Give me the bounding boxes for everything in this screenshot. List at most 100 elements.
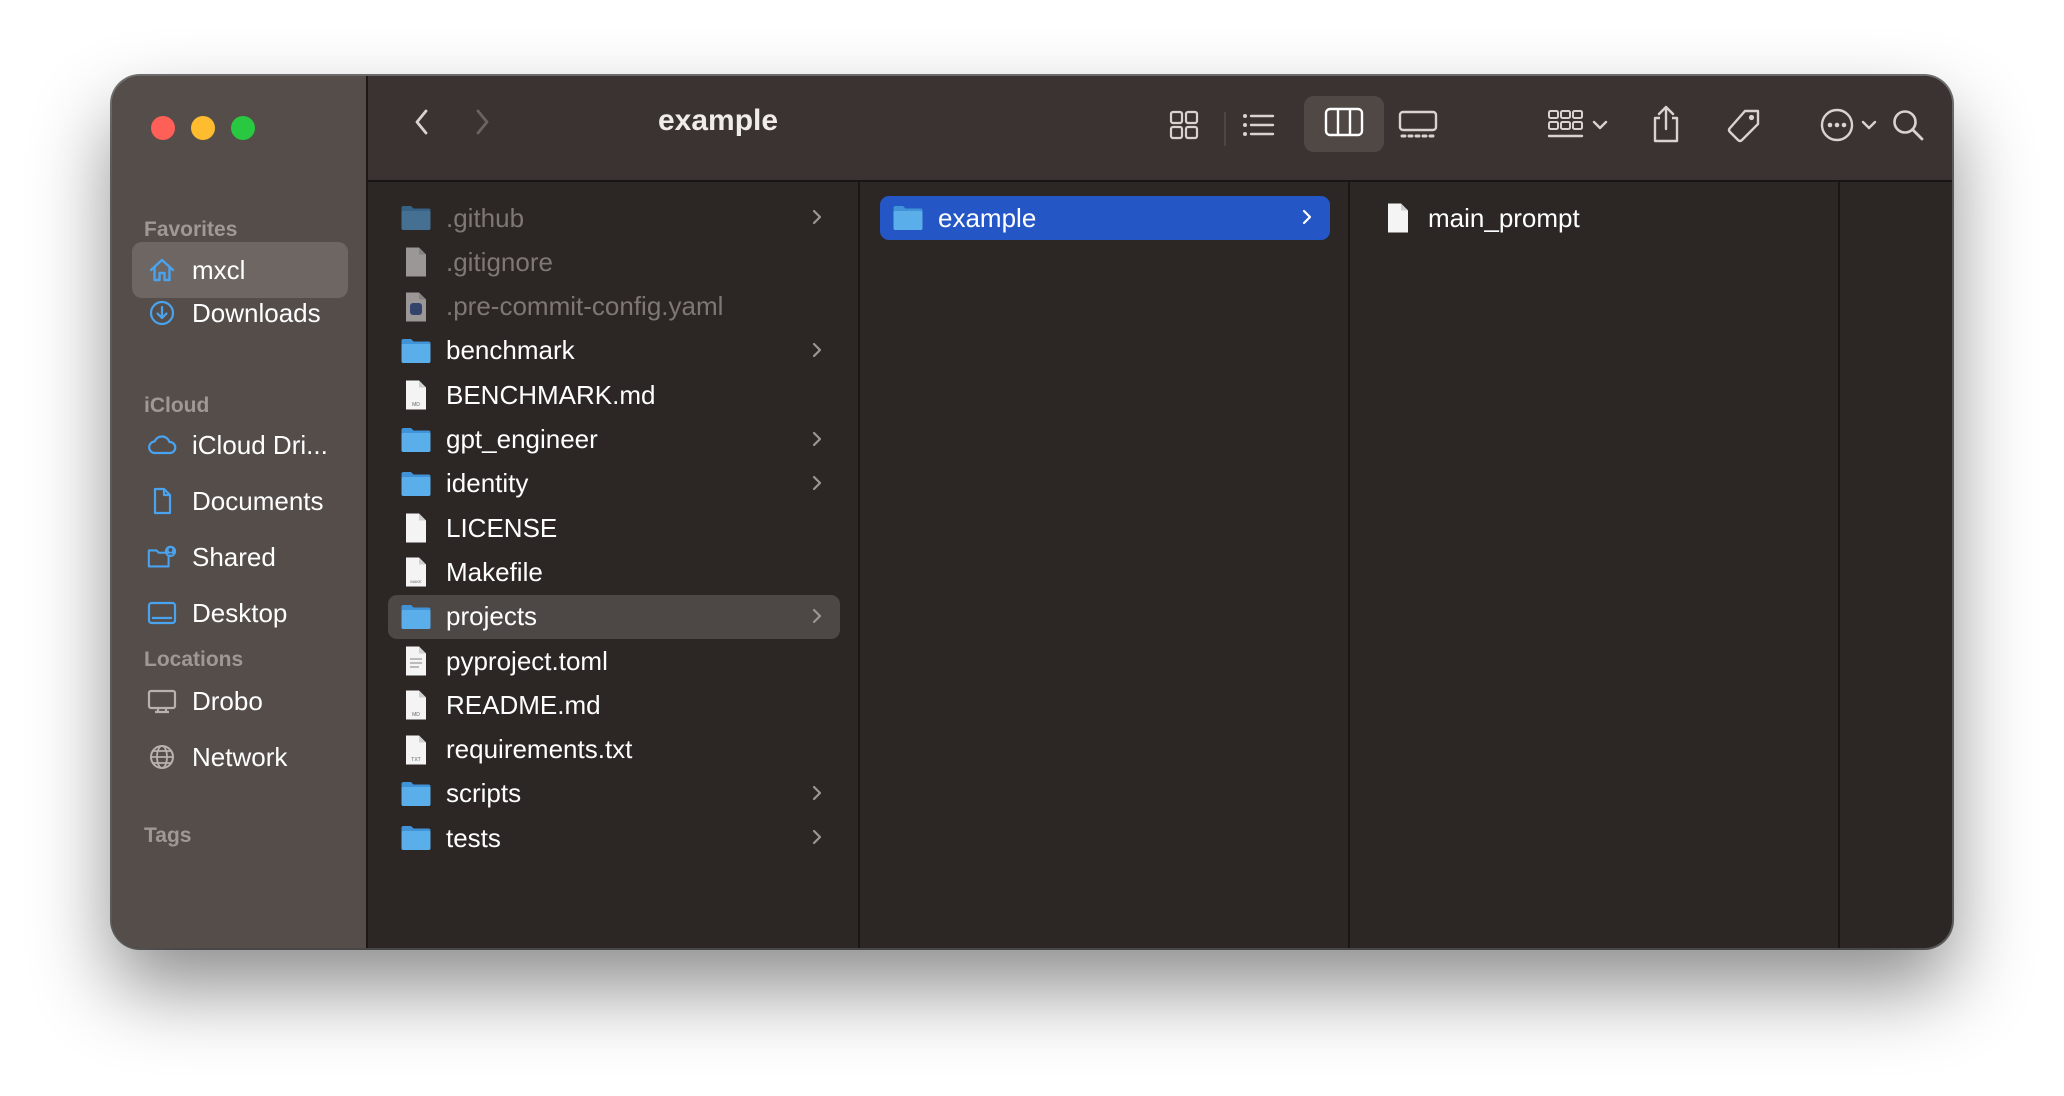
item-name: requirements.txt — [446, 734, 633, 765]
share-button[interactable] — [1638, 98, 1694, 154]
zoom-button[interactable] — [231, 116, 255, 140]
chevron-down-icon — [1591, 118, 1609, 137]
forward-button[interactable] — [462, 104, 502, 144]
folder-row[interactable]: example — [880, 196, 1330, 240]
minimize-button[interactable] — [191, 116, 215, 140]
text-file-icon: TXT — [400, 734, 432, 766]
icon-view-button[interactable] — [1156, 102, 1212, 152]
column-4 — [1840, 182, 1952, 948]
sidebar-item-label: Network — [192, 741, 288, 772]
folder-row[interactable]: gpt_engineer — [388, 418, 840, 462]
icloud-icon — [146, 429, 178, 461]
item-name: LICENSE — [446, 512, 558, 543]
file-row[interactable]: .gitignore — [388, 240, 840, 284]
tag-icon — [1725, 107, 1763, 150]
item-name: example — [938, 202, 1037, 233]
column-3: main_prompt — [1350, 182, 1840, 948]
chevron-right-icon — [810, 826, 824, 853]
text-file-icon — [400, 645, 432, 677]
back-button[interactable] — [402, 104, 442, 144]
folder-icon — [400, 424, 432, 456]
item-name: Makefile — [446, 556, 543, 587]
file-row[interactable]: TXT requirements.txt — [388, 728, 840, 772]
folder-icon — [400, 202, 432, 234]
window-title: example — [658, 104, 779, 137]
folder-row[interactable]: tests — [388, 816, 840, 860]
folder-row[interactable]: identity — [388, 462, 840, 506]
file-row[interactable]: pyproject.toml — [388, 639, 840, 683]
file-row[interactable]: MD README.md — [388, 683, 840, 727]
item-name: gpt_engineer — [446, 424, 598, 454]
sidebar: Favorites mxcl Downloads iCloud iCloud D… — [112, 76, 368, 948]
folder-row[interactable]: benchmark — [388, 329, 840, 373]
svg-text:MD: MD — [412, 712, 420, 718]
sidebar-item-network[interactable]: Network — [132, 729, 348, 785]
item-name: projects — [446, 601, 538, 632]
markdown-file-icon: MD — [400, 379, 432, 411]
folder-row[interactable]: scripts — [388, 772, 840, 816]
item-name: .github — [446, 202, 525, 233]
file-row[interactable]: MAKE Makefile — [388, 550, 840, 594]
sidebar-item-icloud-drive[interactable]: iCloud Dri... — [132, 417, 348, 473]
folder-icon — [892, 202, 924, 234]
folder-row[interactable]: projects — [388, 594, 840, 639]
sidebar-section-locations: Locations — [144, 648, 244, 671]
window-controls — [151, 116, 255, 140]
makefile-icon: MAKE — [400, 556, 432, 588]
column-2: example — [860, 182, 1350, 948]
document-icon — [146, 485, 178, 517]
share-icon — [1649, 104, 1683, 149]
grid-icon — [1168, 109, 1200, 146]
folder-icon — [400, 335, 432, 367]
close-button[interactable] — [151, 116, 175, 140]
chevron-right-icon — [810, 206, 824, 233]
file-row[interactable]: main_prompt — [1370, 196, 1820, 240]
finder-window: Favorites mxcl Downloads iCloud iCloud D… — [112, 76, 1952, 948]
shared-folder-icon — [146, 541, 178, 573]
list-view-button[interactable] — [1230, 102, 1286, 152]
sidebar-item-label: Desktop — [192, 597, 288, 628]
item-name: .gitignore — [446, 246, 553, 277]
sidebar-item-drobo[interactable]: Drobo — [132, 673, 348, 729]
file-icon — [400, 512, 432, 544]
markdown-file-icon: MD — [400, 689, 432, 721]
item-name: README.md — [446, 689, 601, 720]
more-actions-button[interactable] — [1806, 102, 1890, 152]
toolbar-divider — [1224, 112, 1226, 146]
yaml-file-icon — [400, 291, 432, 323]
globe-icon — [146, 741, 178, 773]
sidebar-item-label: Drobo — [192, 685, 263, 716]
sidebar-section-icloud: iCloud — [144, 394, 210, 417]
chevron-left-icon — [411, 106, 433, 143]
folder-icon — [400, 822, 432, 854]
item-name: BENCHMARK.md — [446, 379, 656, 410]
sidebar-item-shared[interactable]: Shared — [132, 529, 348, 585]
chevron-right-icon — [810, 428, 824, 455]
file-row[interactable]: MD BENCHMARK.md — [388, 373, 840, 417]
item-name: scripts — [446, 778, 522, 809]
folder-row[interactable]: .github — [388, 196, 840, 240]
sidebar-item-label: Downloads — [192, 297, 321, 328]
tag-button[interactable] — [1716, 100, 1772, 156]
file-row[interactable]: LICENSE — [388, 506, 840, 550]
sidebar-item-documents[interactable]: Documents — [132, 473, 348, 529]
gallery-view-button[interactable] — [1388, 102, 1448, 152]
svg-text:MD: MD — [412, 402, 420, 408]
svg-text:TXT: TXT — [411, 757, 420, 763]
sidebar-item-desktop[interactable]: Desktop — [132, 585, 348, 641]
sidebar-item-label: iCloud Dri... — [192, 429, 328, 460]
item-name: pyproject.toml — [446, 645, 608, 676]
column-view-button[interactable] — [1304, 96, 1384, 152]
file-row[interactable]: .pre-commit-config.yaml — [388, 285, 840, 329]
sidebar-item-downloads[interactable]: Downloads — [132, 285, 348, 341]
item-name: tests — [446, 822, 501, 853]
item-name: main_prompt — [1428, 202, 1580, 233]
chevron-right-icon — [810, 472, 824, 499]
item-name: identity — [446, 468, 529, 499]
columns-icon — [1324, 106, 1364, 143]
search-button[interactable] — [1880, 102, 1936, 152]
group-by-button[interactable] — [1538, 102, 1618, 152]
file-icon — [1382, 202, 1414, 234]
sidebar-item-label: Shared — [192, 541, 276, 572]
toolbar: example — [368, 76, 1952, 182]
